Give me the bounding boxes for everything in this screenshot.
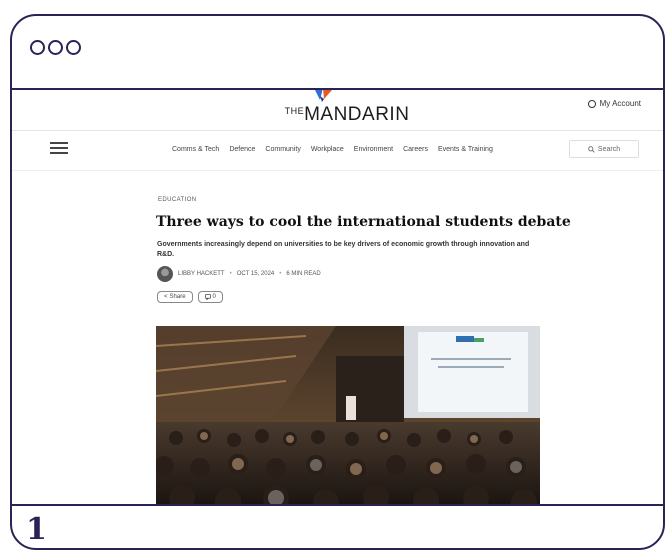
nav-item-workplace[interactable]: Workplace <box>311 146 344 153</box>
nav-item-comms-tech[interactable]: Comms & Tech <box>172 146 219 153</box>
account-icon <box>587 99 596 108</box>
conference-photo <box>156 326 540 504</box>
nav-item-environment[interactable]: Environment <box>354 146 393 153</box>
window-dot-1[interactable] <box>30 40 45 55</box>
article-standfirst: Governments increasingly depend on unive… <box>157 241 530 258</box>
footer-divider <box>12 504 663 506</box>
account-label: My Account <box>599 99 641 108</box>
search-icon <box>588 145 595 153</box>
window-controls <box>30 40 81 55</box>
article-actions: < Share 0 <box>157 291 223 303</box>
nav-divider <box>12 170 663 171</box>
main-navigation: Comms & Tech Defence Community Workplace… <box>12 136 663 164</box>
step-number: 1 <box>26 512 47 547</box>
window-dot-3[interactable] <box>66 40 81 55</box>
comments-count: 0 <box>212 294 216 300</box>
comments-button[interactable]: 0 <box>197 291 223 303</box>
nav-item-community[interactable]: Community <box>265 146 300 153</box>
article-category[interactable]: EDUCATION <box>158 197 197 203</box>
byline-separator: • <box>229 271 232 277</box>
window-dot-2[interactable] <box>48 40 63 55</box>
byline-separator: • <box>279 271 282 277</box>
webpage-viewport: THEMANDARIN My Account Comms & Tech Defe… <box>12 90 663 504</box>
nav-item-events-training[interactable]: Events & Training <box>438 146 493 153</box>
nav-item-defence[interactable]: Defence <box>229 146 255 153</box>
article-headline: Three ways to cool the international stu… <box>156 214 571 230</box>
read-time: 6 MIN READ <box>286 271 321 277</box>
article-date: OCT 15, 2024 <box>236 271 275 277</box>
search-button[interactable]: Search <box>569 140 639 158</box>
header-divider <box>12 130 663 131</box>
author-name[interactable]: LIBBY HACKETT <box>178 271 225 277</box>
site-logo[interactable]: THEMANDARIN <box>282 90 412 130</box>
logo-text: THEMANDARIN <box>284 104 410 125</box>
my-account-link[interactable]: My Account <box>587 99 641 108</box>
logo-mark-icon <box>315 90 332 102</box>
share-icon: < <box>164 294 168 300</box>
article-hero-image <box>156 326 540 504</box>
nav-items: Comms & Tech Defence Community Workplace… <box>172 146 493 153</box>
nav-item-careers[interactable]: Careers <box>403 146 428 153</box>
share-label: Share <box>169 294 186 300</box>
browser-window: THEMANDARIN My Account Comms & Tech Defe… <box>10 14 665 550</box>
comment-icon <box>204 294 211 300</box>
search-label: Search <box>597 145 621 153</box>
byline: LIBBY HACKETT • OCT 15, 2024 • 6 MIN REA… <box>157 266 321 282</box>
share-button[interactable]: < Share <box>157 291 193 303</box>
hamburger-icon[interactable] <box>50 142 68 154</box>
author-avatar[interactable] <box>157 266 173 282</box>
